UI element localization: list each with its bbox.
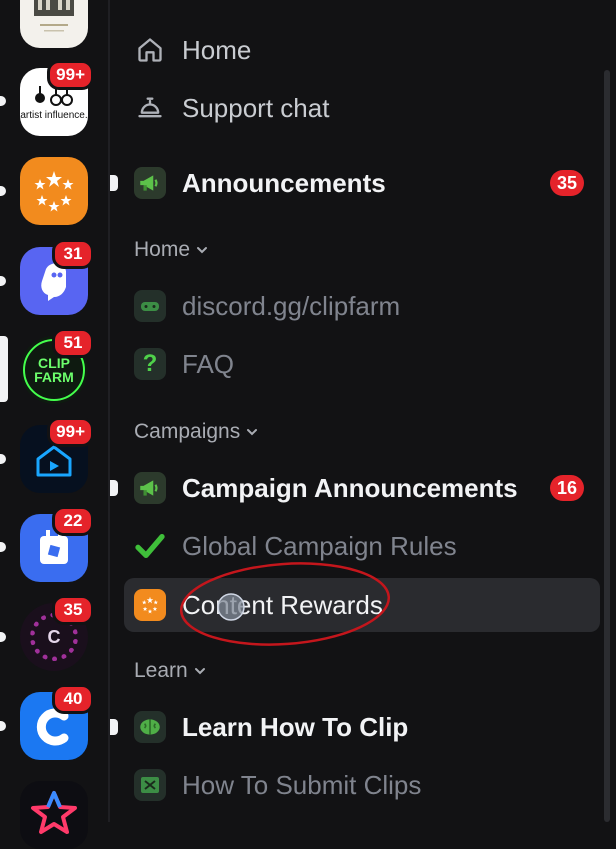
server-mansion-icon xyxy=(20,0,88,48)
chevron-down-icon xyxy=(247,429,258,436)
category-label: Home xyxy=(134,238,191,261)
brain-icon xyxy=(134,711,166,743)
nav-home-label: Home xyxy=(182,34,252,65)
server-clipfarm[interactable]: CLIP FARM 51 xyxy=(20,328,94,404)
channel-global-campaign-rules[interactable]: Global Campaign Rules xyxy=(124,521,600,571)
film-scissors-icon xyxy=(134,769,166,801)
nav-support-label: Support chat xyxy=(182,92,330,123)
server-house[interactable]: 99+ xyxy=(20,417,94,493)
category-learn[interactable]: Learn xyxy=(134,659,206,683)
category-campaigns[interactable]: Campaigns xyxy=(134,420,258,444)
category-label: Campaigns xyxy=(134,420,241,443)
megaphone-icon xyxy=(134,472,166,504)
channel-label: Global Campaign Rules xyxy=(182,530,457,561)
stars-icon xyxy=(134,589,166,621)
channel-announcements[interactable]: Announcements 35 xyxy=(110,158,600,208)
channel-label: Announcements xyxy=(182,167,386,198)
channel-label: Content Rewards xyxy=(182,589,383,620)
unread-count-badge: 35 xyxy=(549,170,584,196)
chevron-down-icon xyxy=(197,247,208,254)
unread-indicator xyxy=(110,719,118,735)
unread-indicator xyxy=(0,454,6,464)
checkmark-icon xyxy=(134,530,166,562)
mention-badge: 51 xyxy=(52,328,94,358)
mention-badge: 31 xyxy=(52,239,94,269)
unread-indicator xyxy=(110,480,118,496)
unread-indicator xyxy=(0,632,6,642)
unread-indicator xyxy=(110,175,118,191)
chevron-down-icon xyxy=(194,668,205,675)
unread-indicator xyxy=(0,276,6,286)
stars-icon xyxy=(20,157,88,225)
scrollbar[interactable] xyxy=(604,70,610,822)
unread-indicator xyxy=(0,186,6,196)
server-ghost[interactable]: 31 xyxy=(20,239,94,315)
channel-learn-how-to-clip[interactable]: Learn How To Clip xyxy=(110,702,600,752)
home-icon xyxy=(134,34,166,66)
selected-indicator xyxy=(0,336,8,402)
unread-indicator xyxy=(0,96,6,106)
server-c-blue[interactable]: 40 xyxy=(20,684,94,760)
category-label: Learn xyxy=(134,659,188,682)
mention-badge: 35 xyxy=(52,595,94,625)
colored-star-icon xyxy=(20,781,88,849)
unread-count-badge: 16 xyxy=(549,475,584,501)
question-mark-icon: ? xyxy=(134,348,166,380)
channel-label: FAQ xyxy=(182,348,235,379)
server-tile-text: CLIP FARM xyxy=(34,355,74,385)
channel-label: How To Submit Clips xyxy=(182,769,422,800)
channel-how-to-submit-clips[interactable]: How To Submit Clips xyxy=(124,760,600,810)
channel-label: Campaign Announcements xyxy=(182,472,518,503)
server-roblox[interactable]: 22 xyxy=(20,506,94,582)
nav-home[interactable]: Home xyxy=(124,25,600,75)
nav-support-chat[interactable]: Support chat xyxy=(124,83,600,133)
channel-label: discord.gg/clipfarm xyxy=(182,290,401,321)
controller-icon xyxy=(134,290,166,322)
server-star-colored[interactable] xyxy=(20,781,88,849)
mention-badge: 99+ xyxy=(47,417,94,447)
channel-label: Learn How To Clip xyxy=(182,711,409,742)
server-rail: artist influence. 99+ 31 CLIP FARM 51 99… xyxy=(0,0,108,849)
server-stars[interactable] xyxy=(20,157,88,225)
server-c-purple[interactable]: C 35 xyxy=(20,595,94,671)
server-tile-text: artist influence. xyxy=(20,109,88,121)
service-bell-icon xyxy=(134,92,166,124)
category-home[interactable]: Home xyxy=(134,238,208,262)
channel-campaign-announcements[interactable]: Campaign Announcements 16 xyxy=(110,463,600,513)
mention-badge: 99+ xyxy=(47,60,94,90)
channel-list: Home Support chat Announcements 35 Home … xyxy=(110,0,604,822)
server-artist-influence[interactable]: artist influence. 99+ xyxy=(20,60,94,136)
mention-badge: 22 xyxy=(52,506,94,536)
mention-badge: 40 xyxy=(52,684,94,714)
channel-content-rewards[interactable]: Content Rewards xyxy=(124,578,600,632)
server-mansion[interactable] xyxy=(20,0,88,48)
channel-faq[interactable]: ? FAQ xyxy=(124,339,600,389)
unread-indicator xyxy=(0,721,6,731)
megaphone-icon xyxy=(134,167,166,199)
unread-indicator xyxy=(0,542,6,552)
server-tile-text: C xyxy=(47,626,61,647)
channel-discord-link[interactable]: discord.gg/clipfarm xyxy=(124,281,600,331)
